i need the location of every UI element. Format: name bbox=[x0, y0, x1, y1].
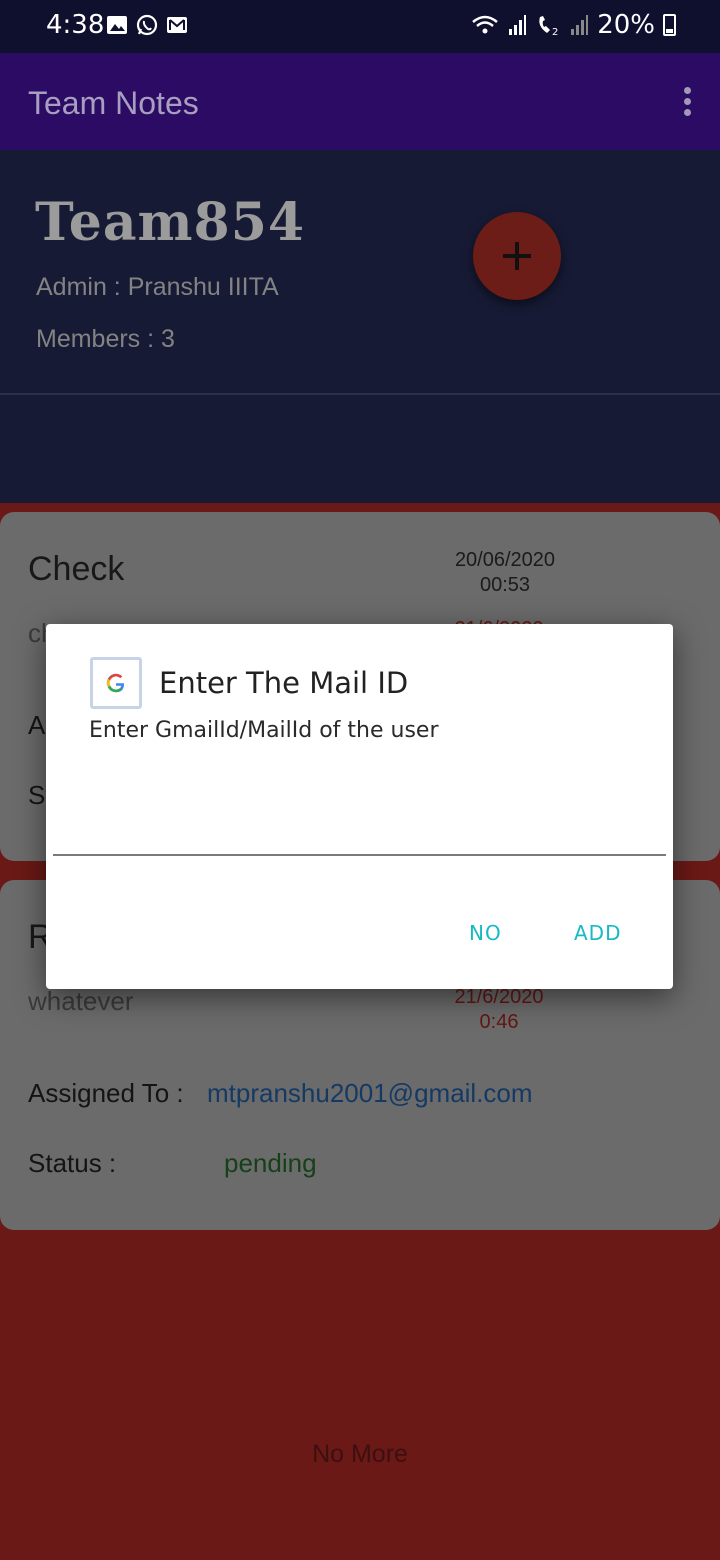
system-indicators: 2 20% bbox=[471, 10, 676, 40]
dialog-message: Enter GmailId/MailId of the user bbox=[89, 718, 439, 743]
whatsapp-icon bbox=[136, 14, 158, 36]
email-input[interactable] bbox=[53, 804, 666, 856]
note-deadline: 21/6/2020 0:46 bbox=[448, 985, 550, 1035]
assigned-label: Assigned To : bbox=[28, 1078, 184, 1108]
signal-icon bbox=[509, 15, 527, 35]
team-name: Team854 bbox=[35, 192, 306, 253]
assigned-email[interactable]: mtpranshu2001@gmail.com bbox=[207, 1078, 533, 1109]
note-date: 20/06/2020 bbox=[454, 549, 556, 571]
deadline-time: 0:46 bbox=[479, 1011, 519, 1033]
dialog-title: Enter The Mail ID bbox=[159, 666, 409, 700]
app-bar: Team Notes bbox=[0, 53, 720, 150]
team-header: Team854 Admin : Pranshu IIITA Members : … bbox=[0, 150, 720, 503]
note-created-date: 20/06/2020 00:53 bbox=[448, 548, 562, 598]
no-button[interactable]: NO bbox=[469, 921, 502, 945]
image-icon bbox=[107, 16, 127, 34]
notification-icons bbox=[106, 14, 188, 36]
overflow-menu-icon[interactable] bbox=[680, 87, 694, 119]
wifi-call-icon: 2 bbox=[539, 16, 559, 36]
battery-icon bbox=[663, 14, 676, 36]
add-button[interactable]: ADD bbox=[574, 921, 621, 945]
google-icon bbox=[90, 657, 142, 709]
status-bar: 4:38 2 20% bbox=[0, 0, 720, 53]
svg-text:2: 2 bbox=[552, 27, 558, 36]
gmail-icon bbox=[167, 17, 187, 33]
status-label: Status : bbox=[28, 1148, 117, 1178]
app-title: Team Notes bbox=[28, 85, 199, 121]
team-members: Members : 3 bbox=[36, 325, 175, 353]
add-member-button[interactable] bbox=[473, 212, 561, 300]
team-admin: Admin : Pranshu IIITA bbox=[36, 273, 279, 301]
note-title: Check bbox=[28, 550, 125, 588]
note-time: 00:53 bbox=[479, 574, 531, 596]
assigned-label: A bbox=[28, 710, 46, 740]
status-time: 4:38 bbox=[46, 10, 105, 40]
list-end-text: No More bbox=[312, 1440, 408, 1468]
battery-percent: 20% bbox=[597, 10, 655, 40]
wifi-icon bbox=[472, 15, 499, 34]
signal-2-icon bbox=[571, 15, 589, 35]
divider bbox=[0, 393, 720, 395]
add-member-dialog: Enter The Mail ID Enter GmailId/MailId o… bbox=[46, 624, 673, 989]
status-value: pending bbox=[224, 1148, 317, 1178]
note-description: whatever bbox=[28, 986, 134, 1016]
